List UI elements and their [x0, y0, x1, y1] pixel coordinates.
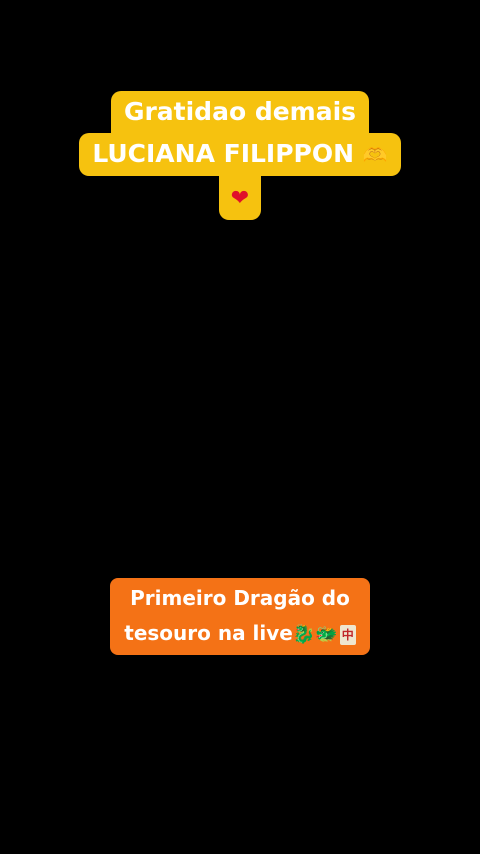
bottom-caption: Primeiro Dragão do tesouro na live🐉🐲 中 — [0, 578, 480, 655]
bottom-caption-line-1: Primeiro Dragão do — [130, 586, 350, 610]
top-caption-name: LUCIANA FILIPPON — [92, 139, 363, 168]
dragon-face-icon: 🐲 — [315, 624, 338, 645]
bottom-caption-line-2: tesouro na live🐉🐲 中 — [124, 616, 356, 652]
top-caption-line-2: LUCIANA FILIPPON 🫶 — [79, 133, 401, 176]
mahjong-tile-icon: 中 — [339, 624, 356, 645]
bottom-caption-text: tesouro na live — [124, 621, 293, 645]
bottom-caption-box: Primeiro Dragão do tesouro na live🐉🐲 中 — [110, 578, 370, 655]
top-caption-line-1: Gratidao demais — [110, 91, 370, 133]
top-caption-line-3: ❤ — [218, 176, 262, 220]
red-heart-icon: ❤ — [230, 186, 250, 211]
top-caption: Gratidao demais LUCIANA FILIPPON 🫶 ❤ — [0, 91, 480, 220]
heart-hands-icon: 🫶 — [362, 143, 388, 167]
dragon-icon: 🐉 — [292, 624, 316, 645]
